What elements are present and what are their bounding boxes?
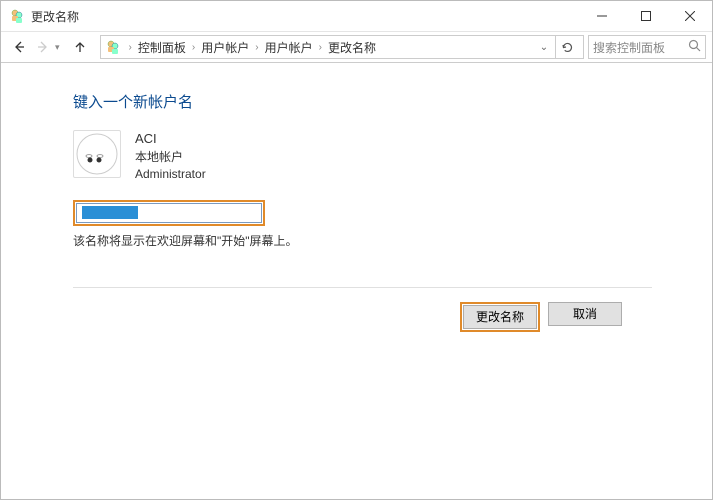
search-box[interactable]: 搜索控制面板 xyxy=(588,35,706,59)
page-heading: 键入一个新帐户名 xyxy=(73,91,652,112)
window-controls xyxy=(580,1,712,31)
search-placeholder: 搜索控制面板 xyxy=(593,39,688,56)
titlebar: 更改名称 xyxy=(1,1,712,31)
name-input-highlight xyxy=(73,200,265,226)
search-icon xyxy=(688,39,701,55)
user-accounts-icon xyxy=(105,39,121,55)
breadcrumb-item[interactable]: 用户帐户 xyxy=(263,39,315,56)
account-role: Administrator xyxy=(135,166,206,183)
breadcrumb: 控制面板› 用户帐户› 用户帐户› 更改名称 xyxy=(136,39,535,56)
confirm-button[interactable]: 更改名称 xyxy=(463,305,537,329)
help-text: 该名称将显示在欢迎屏幕和"开始"屏幕上。 xyxy=(73,232,652,249)
app-icon xyxy=(9,8,25,24)
address-dropdown[interactable]: ⌄ xyxy=(535,42,553,53)
confirm-button-highlight: 更改名称 xyxy=(460,302,540,332)
history-dropdown[interactable]: ▾ xyxy=(55,42,60,53)
up-button[interactable] xyxy=(68,35,92,59)
account-info-row: ACI 本地帐户 Administrator xyxy=(73,130,652,184)
navbar: ▾ › 控制面板› 用户帐户› 用户帐户› 更改名称 ⌄ 搜索控制面板 xyxy=(1,31,712,63)
cancel-button[interactable]: 取消 xyxy=(548,302,622,326)
breadcrumb-item[interactable]: 用户帐户 xyxy=(199,39,251,56)
content-area: 键入一个新帐户名 ACI 本地帐户 Administrator 该名称将显示在欢… xyxy=(1,63,712,332)
close-button[interactable] xyxy=(668,1,712,31)
maximize-button[interactable] xyxy=(624,1,668,31)
new-name-input[interactable] xyxy=(76,203,262,223)
chevron-right-icon[interactable]: › xyxy=(251,42,262,53)
button-row: 更改名称 取消 xyxy=(73,287,652,332)
address-bar[interactable]: › 控制面板› 用户帐户› 用户帐户› 更改名称 ⌄ xyxy=(100,35,584,59)
refresh-button[interactable] xyxy=(555,36,579,58)
breadcrumb-item[interactable]: 控制面板 xyxy=(136,39,188,56)
avatar xyxy=(73,130,121,178)
redacted-value xyxy=(82,206,138,219)
minimize-button[interactable] xyxy=(580,1,624,31)
account-name: ACI xyxy=(135,130,206,149)
chevron-right-icon[interactable]: › xyxy=(125,42,136,53)
breadcrumb-item[interactable]: 更改名称 xyxy=(326,39,378,56)
forward-button[interactable] xyxy=(31,35,55,59)
chevron-right-icon[interactable]: › xyxy=(188,42,199,53)
account-type: 本地帐户 xyxy=(135,149,206,166)
window-title: 更改名称 xyxy=(31,8,580,25)
chevron-right-icon[interactable]: › xyxy=(315,42,326,53)
account-info: ACI 本地帐户 Administrator xyxy=(135,130,206,184)
back-button[interactable] xyxy=(7,35,31,59)
